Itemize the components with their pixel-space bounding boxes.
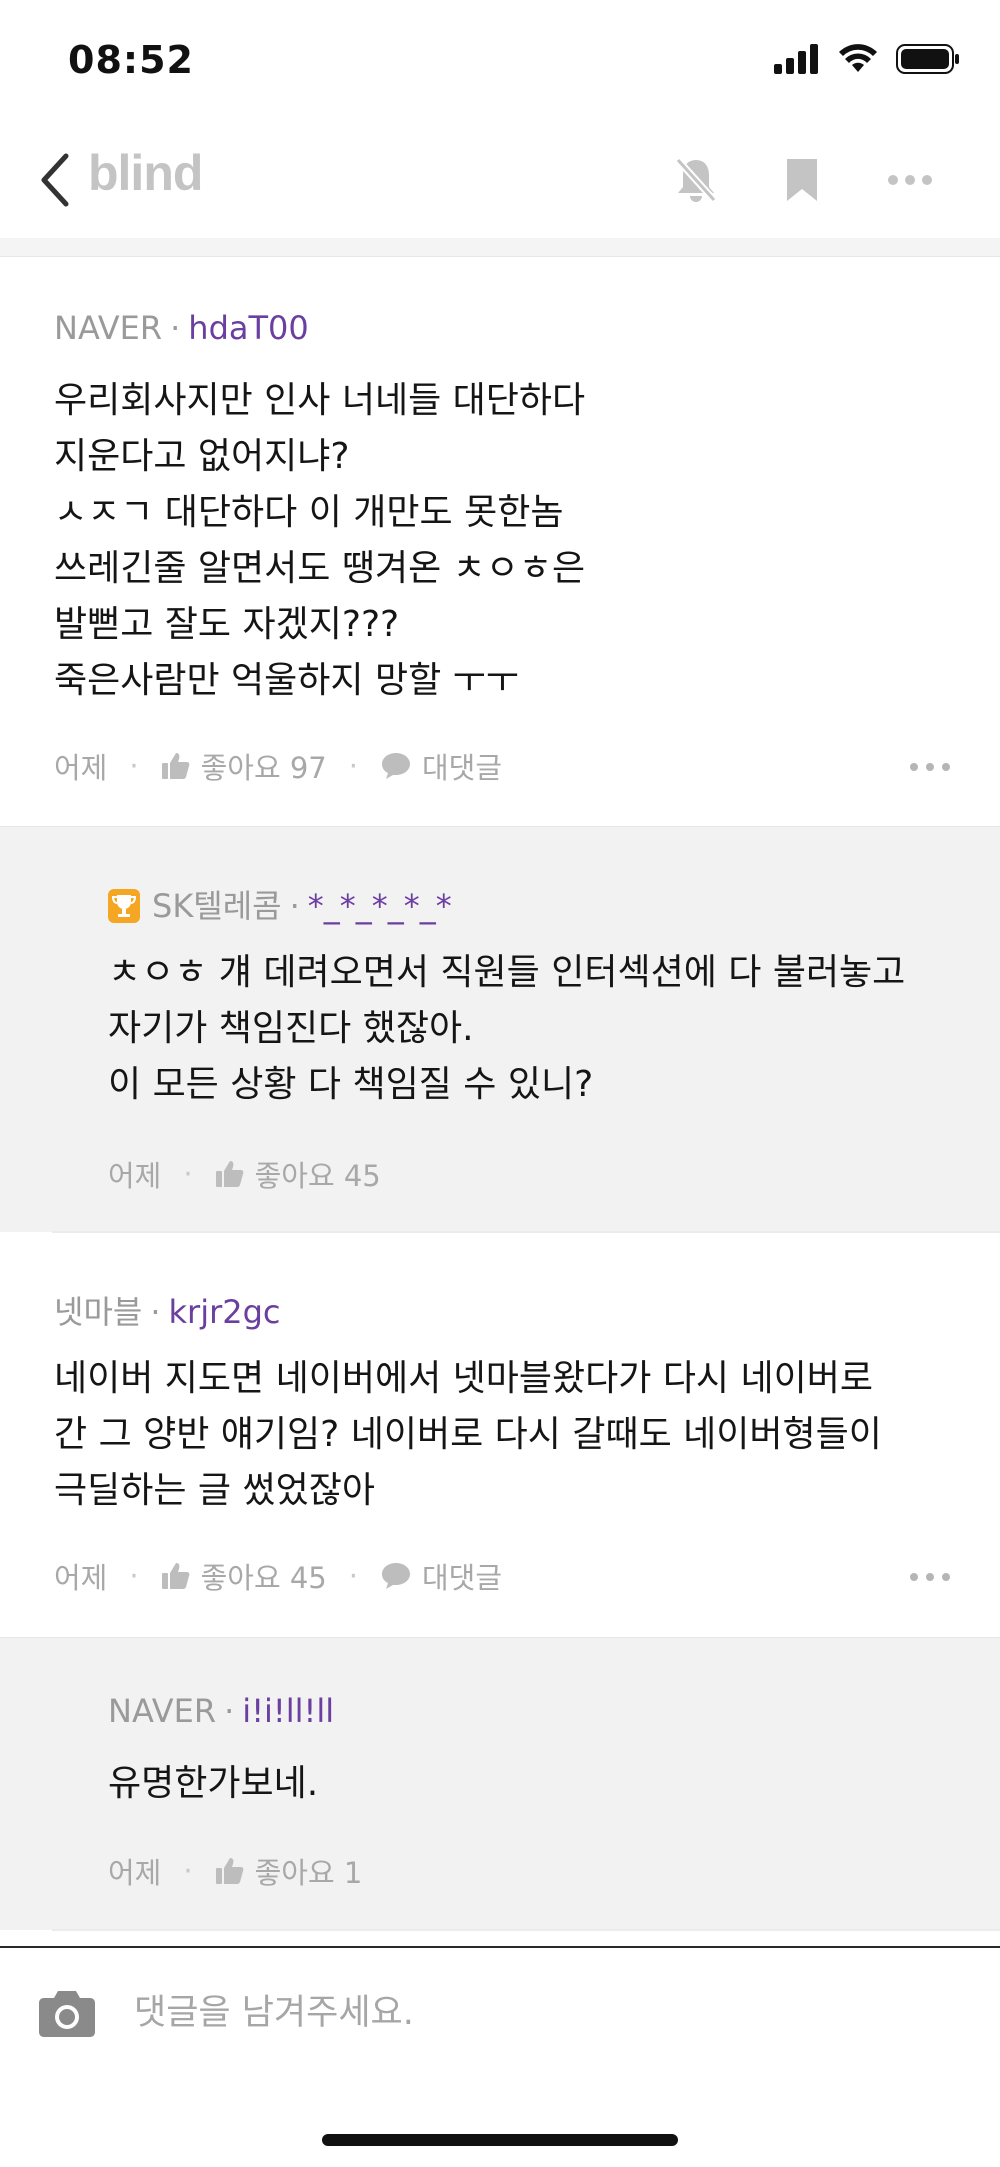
- speech-bubble-icon: [380, 751, 412, 781]
- comment-text: 우리회사지만 인사 너네들 대단하다 지운다고 없어지냐? ㅅㅈㄱ 대단하다 이…: [54, 380, 586, 701]
- speech-bubble-icon: [380, 1561, 412, 1591]
- comment-more-button[interactable]: [910, 1573, 950, 1581]
- wifi-icon: [839, 44, 877, 72]
- comment-item: NAVER · hdaT00 우리회사지만 인사 너네들 대단하다 지운다고 없어지…: [0, 257, 1000, 826]
- like-button[interactable]: 좋아요 45: [215, 1153, 381, 1195]
- comment-input-bar: [0, 1946, 1000, 2167]
- company-name: NAVER: [108, 1692, 217, 1730]
- bookmark-button[interactable]: [774, 152, 830, 208]
- nickname[interactable]: hdaT00: [188, 309, 308, 347]
- notification-off-button[interactable]: [668, 152, 724, 208]
- like-button[interactable]: 좋아요 45: [161, 1555, 327, 1597]
- comment-divider: [52, 1929, 1000, 1931]
- like-count: 좋아요 45: [200, 1561, 327, 1595]
- company-name: 넷마블: [54, 1293, 143, 1331]
- comment-footer: 어제 · 좋아요 45 · 대댓글: [54, 1555, 502, 1597]
- nav-separator: [0, 238, 1000, 257]
- reply-button[interactable]: 대댓글: [380, 1555, 502, 1597]
- comment-meta: SK텔레콤 · *_*_*_*_*: [108, 881, 452, 927]
- status-bar: 08:52: [0, 0, 1000, 120]
- status-icons: [774, 44, 960, 74]
- reply-label: 대댓글: [421, 751, 503, 785]
- comment-meta: 넷마블 · krjr2gc: [54, 1293, 281, 1331]
- nickname[interactable]: krjr2gc: [169, 1293, 281, 1331]
- comment-time: 어제: [108, 1159, 162, 1193]
- home-indicator: [322, 2134, 678, 2146]
- company-name: NAVER: [54, 309, 163, 347]
- nickname[interactable]: *_*_*_*_*: [308, 887, 452, 925]
- comment-text: 유명한가보네.: [108, 1763, 319, 1804]
- comment-input[interactable]: [132, 1982, 956, 2044]
- like-button[interactable]: 좋아요 1: [215, 1850, 363, 1892]
- comment-more-button[interactable]: [910, 763, 950, 771]
- comment-time: 어제: [108, 1856, 162, 1890]
- nickname[interactable]: i!i!ll!ll: [242, 1692, 334, 1730]
- thumbs-up-icon: [215, 1856, 245, 1886]
- company-name: SK텔레콤: [152, 887, 282, 925]
- camera-icon: [39, 1991, 95, 2037]
- like-button[interactable]: 좋아요 97: [161, 745, 327, 787]
- brand-logo[interactable]: blind: [88, 144, 203, 202]
- reply-button[interactable]: 대댓글: [380, 745, 502, 787]
- like-count: 좋아요 97: [200, 751, 327, 785]
- battery-icon: [896, 44, 959, 74]
- comment-meta: NAVER · i!i!ll!ll: [108, 1692, 335, 1730]
- back-chevron-icon: [41, 153, 69, 207]
- comment-footer: 어제 · 좋아요 45: [108, 1153, 381, 1195]
- thumbs-up-icon: [161, 751, 191, 781]
- comment-footer: 어제 · 좋아요 1: [108, 1850, 362, 1892]
- comment-text: ㅊㅇㅎ 걔 데려오면서 직원들 인터섹션에 다 불러놓고 자기가 책임진다 했잖…: [108, 952, 906, 1105]
- reply-comment-item: SK텔레콤 · *_*_*_*_* ㅊㅇㅎ 걔 데려오면서 직원들 인터섹션에 다 …: [0, 826, 1000, 1232]
- signal-icon: [774, 44, 818, 74]
- reply-label: 대댓글: [421, 1561, 503, 1595]
- comment-text: 네이버 지도면 네이버에서 넷마블왔다가 다시 네이버로 간 그 양반 얘기임?…: [54, 1358, 882, 1511]
- status-time: 08:52: [68, 38, 194, 82]
- more-icon: [888, 175, 932, 185]
- trophy-icon: [108, 889, 140, 923]
- comment-time: 어제: [54, 1561, 108, 1595]
- comment-footer: 어제 · 좋아요 97 · 대댓글: [54, 745, 502, 787]
- camera-button[interactable]: [38, 1986, 96, 2038]
- thumbs-up-icon: [161, 1561, 191, 1591]
- nav-bar: blind: [0, 120, 1000, 238]
- reply-comment-item: NAVER · i!i!ll!ll 유명한가보네. 어제 · 좋아요 1: [0, 1637, 1000, 1930]
- back-button[interactable]: [36, 150, 86, 210]
- thumbs-up-icon: [215, 1159, 245, 1189]
- comment-time: 어제: [54, 751, 108, 785]
- more-options-button[interactable]: [882, 152, 938, 208]
- like-count: 좋아요 1: [254, 1856, 363, 1890]
- bookmark-icon: [787, 159, 817, 201]
- comment-meta: NAVER · hdaT00: [54, 309, 309, 347]
- comment-item: 넷마블 · krjr2gc 네이버 지도면 네이버에서 넷마블왔다가 다시 네이버로…: [0, 1233, 1000, 1637]
- like-count: 좋아요 45: [254, 1159, 381, 1193]
- bell-off-icon: [675, 157, 717, 203]
